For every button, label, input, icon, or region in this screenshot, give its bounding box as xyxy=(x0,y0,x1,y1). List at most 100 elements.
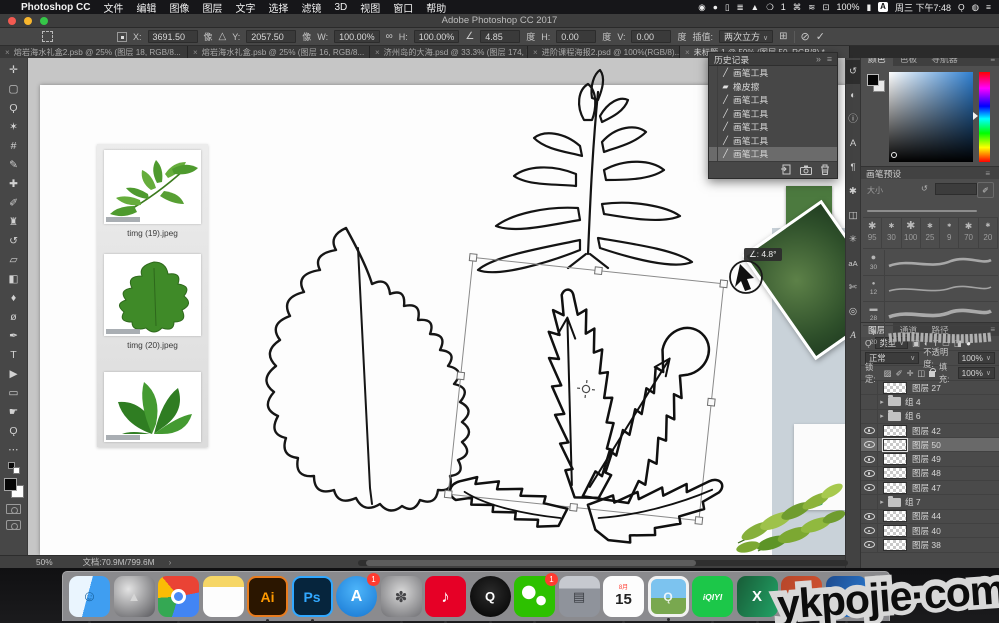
menu-window[interactable]: 窗口 xyxy=(393,0,413,15)
tab-close-icon[interactable]: × xyxy=(685,48,690,57)
reset-size-icon[interactable]: ↺ xyxy=(921,184,928,193)
reference-point-locator[interactable] xyxy=(117,32,127,42)
document-tab[interactable]: ×熔岩海水礼盒.psb @ 25% (图层 16, RGB/8... xyxy=(188,46,370,58)
quick-selection-tool[interactable]: ✶ xyxy=(2,118,26,137)
key-icon[interactable]: ⌘ xyxy=(793,0,802,14)
brush-stroke-preset[interactable]: ●30 xyxy=(863,250,998,276)
path-selection-tool[interactable]: ▶ xyxy=(2,365,26,384)
spotlight-icon[interactable]: Ǫ xyxy=(958,0,965,14)
dodge-tool[interactable]: ø xyxy=(2,308,26,327)
visibility-toggle[interactable] xyxy=(861,452,878,465)
zoom-level[interactable]: 50% xyxy=(36,557,53,567)
hue-slider-pointer[interactable] xyxy=(973,112,978,120)
crop-tool[interactable]: # xyxy=(2,137,26,156)
menu-clock[interactable]: 周三 下午7:48 xyxy=(895,1,951,14)
layer-row[interactable]: 图层 38 xyxy=(861,538,999,552)
tool-presets-panel-icon[interactable]: ✄ xyxy=(846,276,861,300)
foreground-background-swatches[interactable] xyxy=(4,478,24,498)
layer-row[interactable]: 图层 44 xyxy=(861,510,999,524)
clone-stamp-tool[interactable]: ♜ xyxy=(2,213,26,232)
dock-app-store[interactable]: A1 xyxy=(336,576,377,617)
clone-source-panel-icon[interactable]: ◫ xyxy=(846,204,861,228)
brush-stroke-preset[interactable]: ▬28 xyxy=(863,302,998,326)
default-colors-icon[interactable] xyxy=(8,462,20,474)
visibility-toggle[interactable] xyxy=(861,524,878,537)
h-skew-field[interactable]: 0.00 xyxy=(556,30,596,43)
layer-row[interactable]: 图层 42 xyxy=(861,424,999,438)
airplay-icon[interactable]: ⊡ xyxy=(822,0,829,14)
hand-tool[interactable]: ☛ xyxy=(2,403,26,422)
character-panel-icon[interactable]: A xyxy=(846,132,861,156)
brush-preset[interactable]: ✱30 xyxy=(882,218,901,248)
y-position-field[interactable]: 2057.50 xyxy=(246,30,296,43)
history-state[interactable]: ╱画笔工具 xyxy=(709,93,837,107)
lock-artboard-icon[interactable]: ◫ xyxy=(918,368,926,378)
cancel-transform-button[interactable]: ⊘ xyxy=(801,30,810,43)
menu-image[interactable]: 图像 xyxy=(169,0,189,15)
collapse-panel-icon[interactable]: » xyxy=(816,54,821,64)
scrollbar-thumb[interactable] xyxy=(366,560,696,566)
zoom-tool[interactable]: Ǫ xyxy=(2,422,26,441)
dock-excel[interactable]: X xyxy=(737,576,778,617)
move-tool[interactable]: ✛ xyxy=(2,61,26,80)
color-picker-cursor[interactable] xyxy=(891,152,897,158)
layer-row-selected[interactable]: 图层 50 xyxy=(861,438,999,452)
dock-finder[interactable]: ☺ xyxy=(69,576,110,617)
history-brush-tool[interactable]: ↺ xyxy=(2,232,26,251)
visibility-toggle[interactable] xyxy=(861,467,878,480)
screen-record-icon[interactable]: ◉ xyxy=(698,0,705,14)
visibility-toggle[interactable] xyxy=(861,538,878,551)
layer-row[interactable]: 图层 47 xyxy=(861,481,999,495)
dock-notes[interactable] xyxy=(203,576,244,617)
dock-calendar[interactable]: 8月15 xyxy=(603,576,644,617)
menu-filter[interactable]: 滤镜 xyxy=(301,0,321,15)
visibility-toggle[interactable] xyxy=(861,495,878,508)
wechat-status-icon[interactable]: ❍ xyxy=(766,0,774,14)
fill-field[interactable]: 100%∨ xyxy=(958,367,995,379)
quick-mask-button[interactable] xyxy=(6,504,21,514)
visibility-toggle[interactable] xyxy=(861,410,878,423)
brush-preset[interactable]: ✱100 xyxy=(902,218,921,248)
brush-size-slider[interactable] xyxy=(867,210,977,212)
brush-preset[interactable]: ✱95 xyxy=(863,218,882,248)
document-tab[interactable]: ×进阶课程海报2.psd @ 100%(RGB/8)... xyxy=(528,46,680,58)
layer-row[interactable]: 图层 48 xyxy=(861,467,999,481)
history-state[interactable]: ╱画笔工具 xyxy=(709,134,837,148)
healing-brush-tool[interactable]: ✚ xyxy=(2,175,26,194)
tab-close-icon[interactable]: × xyxy=(5,48,10,57)
group-row[interactable]: ▸组 4 xyxy=(861,395,999,409)
menu-select[interactable]: 选择 xyxy=(268,0,288,15)
relative-position-toggle[interactable]: △ xyxy=(219,31,227,42)
group-row[interactable]: ▸组 6 xyxy=(861,410,999,424)
dock-iqiyi[interactable]: iQIYI xyxy=(692,576,733,617)
foreground-color-swatch[interactable] xyxy=(4,478,17,491)
creative-cloud-icon[interactable]: ◎ xyxy=(846,300,861,324)
adjustments-panel-icon[interactable]: ◐ xyxy=(846,84,861,108)
height-scale-field[interactable]: 100.00% xyxy=(414,30,460,43)
info-panel-icon[interactable]: ⓘ xyxy=(846,108,861,132)
history-state[interactable]: ▰橡皮擦 xyxy=(709,80,837,94)
visibility-toggle[interactable] xyxy=(861,510,878,523)
layer-row[interactable]: 图层 27 xyxy=(861,381,999,395)
opacity-field[interactable]: 100%∨ xyxy=(958,352,995,364)
transform-center-point[interactable] xyxy=(576,379,596,399)
dock-printer[interactable]: ▤ xyxy=(559,576,600,617)
dock-system-preferences[interactable]: ✽ xyxy=(381,576,422,617)
siri-icon[interactable]: ◍ xyxy=(972,0,979,14)
saturation-brightness-field[interactable] xyxy=(889,72,973,162)
eyedropper-tool[interactable]: ✎ xyxy=(2,156,26,175)
color-panel-swatches[interactable] xyxy=(867,74,885,92)
group-row[interactable]: ▸组 7 xyxy=(861,495,999,509)
brush-tool[interactable]: ✐ xyxy=(2,194,26,213)
menu-type[interactable]: 文字 xyxy=(235,0,255,15)
drive-icon[interactable]: ≣ xyxy=(737,0,744,14)
history-state[interactable]: ╱画笔工具 xyxy=(709,107,837,121)
expand-group-icon[interactable]: ▸ xyxy=(878,498,886,506)
document-tab[interactable]: ×济州岛的大海.psd @ 33.3% (图层 174, RGB/8... xyxy=(370,46,528,58)
document-tab[interactable]: ×熔岩海水礼盒2.psb @ 25% (图层 18, RGB/8... xyxy=(0,46,188,58)
expand-group-icon[interactable]: ▸ xyxy=(878,398,886,406)
panel-menu-icon[interactable]: ≡ xyxy=(827,54,832,64)
dock-launchpad[interactable]: ▲ xyxy=(114,576,155,617)
maintain-aspect-icon[interactable]: ∞ xyxy=(386,31,393,42)
visibility-toggle[interactable] xyxy=(861,395,878,408)
